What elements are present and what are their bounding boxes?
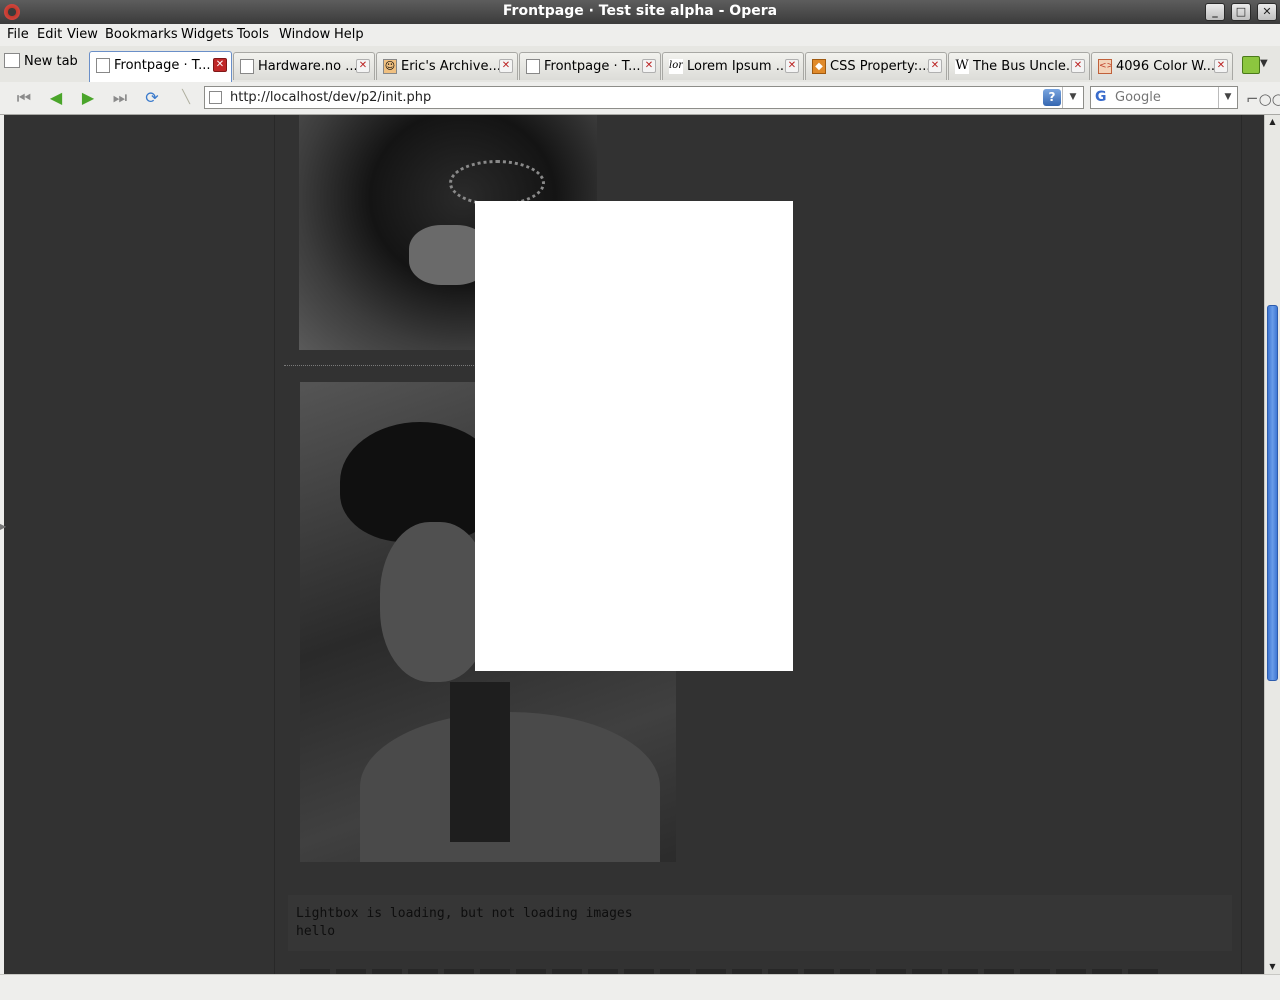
side-panel-toggle-icon[interactable]: ▶ (0, 522, 6, 531)
vertical-scrollbar[interactable]: ▲ ▼ (1264, 115, 1280, 974)
url-text[interactable]: http://localhost/dev/p2/init.php (230, 90, 431, 105)
tab-hardware[interactable]: Hardware.no ... ✕ (233, 52, 375, 80)
menubar: File Edit View Bookmarks Widgets Tools W… (0, 24, 1280, 47)
tab-frontpage[interactable]: Frontpage · T... ✕ (519, 52, 661, 80)
photo-detail (450, 682, 510, 842)
menu-edit[interactable]: Edit (37, 27, 62, 42)
menu-view[interactable]: View (67, 27, 98, 42)
fast-forward-icon[interactable]: ⏭ (109, 88, 131, 108)
code-line: hello (296, 924, 336, 939)
photo-detail (380, 522, 490, 682)
tab-lorem-ipsum[interactable]: lor Lorem Ipsum ... ✕ (662, 52, 804, 80)
code-block: Lightbox is loading, but not loading ima… (288, 895, 1232, 951)
tab-label: Lorem Ipsum ... (687, 59, 789, 74)
tab-label: The Bus Uncle... (973, 59, 1079, 74)
tab-erics-archive[interactable]: ☺ Eric's Archive... ✕ (376, 52, 518, 80)
menu-help[interactable]: Help (334, 27, 364, 42)
tab-css-property[interactable]: ◆ CSS Property:... ✕ (805, 52, 947, 80)
address-dropdown-icon[interactable]: ▼ (1062, 87, 1083, 108)
menu-file[interactable]: File (7, 27, 29, 42)
tab-bus-uncle[interactable]: W The Bus Uncle... ✕ (948, 52, 1090, 80)
scrollbar-thumb[interactable] (1267, 305, 1278, 681)
menu-tools[interactable]: Tools (237, 27, 269, 42)
search-input[interactable] (1115, 89, 1215, 106)
code-favicon-icon: <> (1098, 59, 1112, 74)
new-tab-label: New tab (24, 54, 78, 69)
help-icon[interactable]: ? (1043, 89, 1061, 106)
search-engine-dropdown-icon[interactable]: ▼ (1218, 87, 1237, 108)
tab-label: Eric's Archive... (401, 59, 501, 74)
status-bar (0, 974, 1280, 1000)
scroll-down-icon[interactable]: ▼ (1265, 960, 1280, 974)
navigation-bar: ⏮ ◀ ▶ ⏭ ⟳ ╲ http://localhost/dev/p2/init… (0, 82, 1280, 115)
rewind-icon[interactable]: ⏮ (13, 88, 35, 108)
scroll-up-icon[interactable]: ▲ (1265, 115, 1280, 129)
close-tab-icon[interactable]: ✕ (1214, 59, 1228, 73)
tab-label: Hardware.no ... (258, 59, 358, 74)
new-tab-icon (4, 53, 20, 68)
code-line: Lightbox is loading, but not loading ima… (296, 906, 633, 921)
tab-label: CSS Property:... (830, 59, 931, 74)
lorem-favicon-icon: lor (669, 59, 683, 74)
wikipedia-favicon-icon: W (955, 59, 969, 74)
tab-4096-color[interactable]: <> 4096 Color W... ✕ (1091, 52, 1233, 80)
maximize-button[interactable]: □ (1231, 3, 1251, 21)
new-tab-button[interactable]: New tab (4, 53, 78, 76)
close-tab-icon[interactable]: ✕ (356, 59, 370, 73)
pearl-necklace (449, 160, 545, 206)
tab-bar: New tab Frontpage · T... ✕ Hardware.no .… (0, 46, 1280, 83)
tab-label: 4096 Color W... (1116, 59, 1216, 74)
close-tab-icon[interactable]: ✕ (1071, 59, 1085, 73)
dotted-separator (284, 365, 474, 366)
page-icon (526, 59, 540, 74)
photo-detail (360, 712, 660, 862)
tab-label: Frontpage · T... (114, 58, 211, 73)
tab-label: Frontpage · T... (544, 59, 641, 74)
menu-widgets[interactable]: Widgets (181, 27, 234, 42)
search-box[interactable]: G ▼ (1090, 86, 1238, 109)
page-icon (96, 58, 110, 73)
lightbox-overlay-box[interactable] (475, 201, 793, 671)
close-tab-icon[interactable]: ✕ (785, 59, 799, 73)
window-title: Frontpage · Test site alpha - Opera (502, 3, 778, 19)
close-tab-icon[interactable]: ✕ (499, 59, 513, 73)
menu-window[interactable]: Window (279, 27, 330, 42)
back-arrow-icon[interactable]: ◀ (45, 88, 67, 108)
window-titlebar: Frontpage · Test site alpha - Opera _ □ … (0, 0, 1280, 24)
minimize-button[interactable]: _ (1205, 3, 1225, 21)
close-window-button[interactable]: ✕ (1257, 3, 1277, 21)
cat-favicon-icon: ☺ (383, 59, 397, 74)
address-bar[interactable]: http://localhost/dev/p2/init.php ? ▼ (204, 86, 1084, 109)
menu-bookmarks[interactable]: Bookmarks (105, 27, 178, 42)
fox-favicon-icon: ◆ (812, 59, 826, 74)
trash-can-button[interactable]: ▼ (1240, 54, 1268, 74)
trash-can-icon (1242, 56, 1260, 74)
page-viewport: Lightbox is loading, but not loading ima… (4, 115, 1264, 974)
page-favicon-icon (209, 91, 222, 104)
wand-icon[interactable]: ╲ (175, 88, 197, 108)
google-icon: G (1095, 89, 1107, 105)
close-tab-icon[interactable]: ✕ (213, 58, 227, 72)
tab-frontpage-active[interactable]: Frontpage · T... ✕ (89, 51, 232, 82)
close-tab-icon[interactable]: ✕ (642, 59, 656, 73)
reload-icon[interactable]: ⟳ (141, 88, 163, 108)
close-tab-icon[interactable]: ✕ (928, 59, 942, 73)
chevron-down-icon: ▼ (1260, 58, 1268, 69)
forward-arrow-icon[interactable]: ▶ (77, 88, 99, 108)
page-icon (240, 59, 254, 74)
glasses-icon[interactable]: ⌐○○ (1246, 90, 1280, 108)
